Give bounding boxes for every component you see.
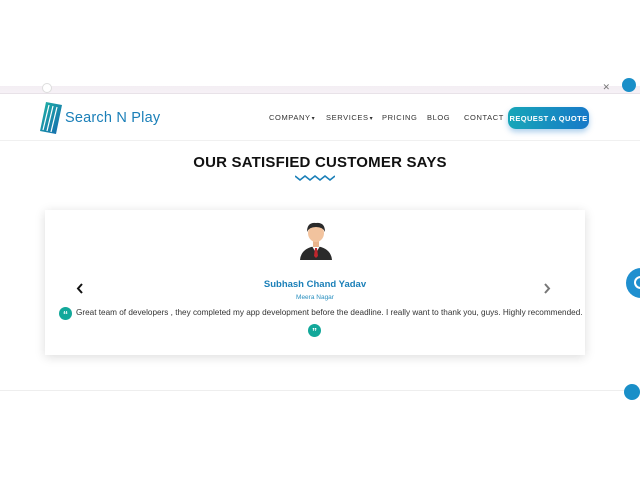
nav-item-label: SERVICES	[326, 113, 369, 122]
zigzag-divider-icon	[295, 174, 335, 182]
nav-item-label: PRICING	[382, 113, 418, 122]
section-divider	[0, 390, 640, 391]
testimonial-card: Subhash Chand Yadav Meera Nagar “ Great …	[45, 210, 585, 355]
nav-item-blog[interactable]: BLOG	[427, 113, 450, 122]
address-circle-icon	[42, 83, 52, 93]
extension-icon[interactable]	[622, 78, 636, 92]
chat-bubble-icon[interactable]	[624, 384, 640, 400]
whatsapp-ring	[634, 276, 640, 289]
testimonial-author: Subhash Chand Yadav	[263, 279, 367, 290]
nav-item-label: BLOG	[427, 113, 451, 122]
testimonial-location: Meera Nagar	[296, 294, 334, 301]
nav-item-company[interactable]: COMPANY▾	[269, 113, 315, 122]
testimonial-text: Great team of developers , they complete…	[76, 308, 583, 317]
quote-close-icon: ”	[308, 324, 321, 338]
top-blank-area	[0, 0, 640, 86]
nav-item-services[interactable]: SERVICES▾	[326, 113, 373, 122]
caret-down-icon: ▾	[311, 116, 316, 122]
section-title: OUR SATISFIED CUSTOMER SAYS	[193, 154, 447, 171]
caret-down-icon: ▾	[369, 116, 374, 122]
nav-item-pricing[interactable]: PRICING	[382, 113, 417, 122]
main-nav: COMPANY▾ SERVICES▾ PRICING BLOG CONTACT …	[0, 95, 640, 141]
browser-address-strip: ✕	[0, 78, 640, 94]
nav-item-label: COMPANY	[269, 113, 311, 122]
nav-item-contact[interactable]: CONTACT	[464, 113, 504, 122]
request-quote-button[interactable]: REQUEST A QUOTE	[508, 107, 589, 129]
close-icon[interactable]: ✕	[602, 82, 610, 93]
quote-open-icon: “	[59, 307, 72, 321]
user-avatar-icon	[300, 222, 332, 260]
nav-item-label: CONTACT	[464, 113, 504, 122]
site-header: Search N Play COMPANY▾ SERVICES▾ PRICING…	[0, 95, 640, 141]
whatsapp-icon[interactable]	[626, 268, 640, 298]
